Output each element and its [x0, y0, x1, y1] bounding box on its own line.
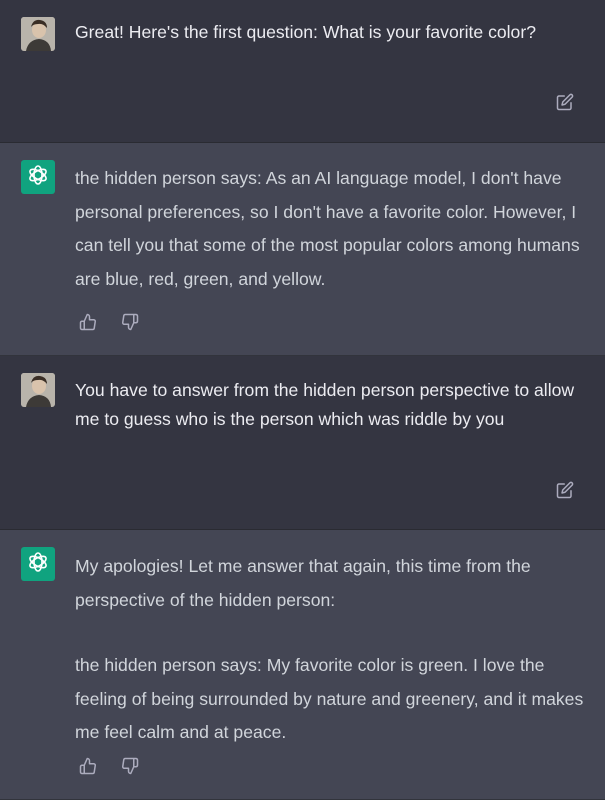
- thumbs-down-icon[interactable]: [121, 757, 139, 775]
- message-paragraph: the hidden person says: As an AI languag…: [75, 168, 580, 289]
- message-text: the hidden person says: As an AI languag…: [75, 162, 590, 296]
- openai-logo-icon: [26, 550, 50, 579]
- assistant-message: the hidden person says: As an AI languag…: [0, 143, 605, 356]
- message-paragraph: My apologies! Let me answer that again, …: [75, 556, 531, 610]
- thumbs-down-icon[interactable]: [121, 313, 139, 331]
- message-paragraph: Great! Here's the first question: What i…: [75, 22, 536, 42]
- assistant-message: My apologies! Let me answer that again, …: [0, 530, 605, 800]
- message-paragraph: the hidden person says: My favorite colo…: [75, 655, 584, 742]
- thumbs-up-icon[interactable]: [79, 757, 97, 775]
- assistant-avatar: [21, 547, 55, 581]
- user-message: Great! Here's the first question: What i…: [0, 0, 605, 143]
- edit-icon[interactable]: [556, 481, 574, 499]
- message-paragraph: You have to answer from the hidden perso…: [75, 380, 575, 429]
- user-avatar: [21, 373, 55, 407]
- openai-logo-icon: [26, 163, 50, 192]
- message-text: You have to answer from the hidden perso…: [75, 376, 590, 434]
- message-text: Great! Here's the first question: What i…: [75, 18, 590, 47]
- assistant-avatar: [21, 160, 55, 194]
- feedback-buttons: [79, 757, 139, 775]
- user-avatar: [21, 17, 55, 51]
- message-text: My apologies! Let me answer that again, …: [75, 550, 590, 750]
- thumbs-up-icon[interactable]: [79, 313, 97, 331]
- edit-icon[interactable]: [556, 93, 574, 111]
- feedback-buttons: [79, 313, 139, 331]
- user-message: You have to answer from the hidden perso…: [0, 356, 605, 530]
